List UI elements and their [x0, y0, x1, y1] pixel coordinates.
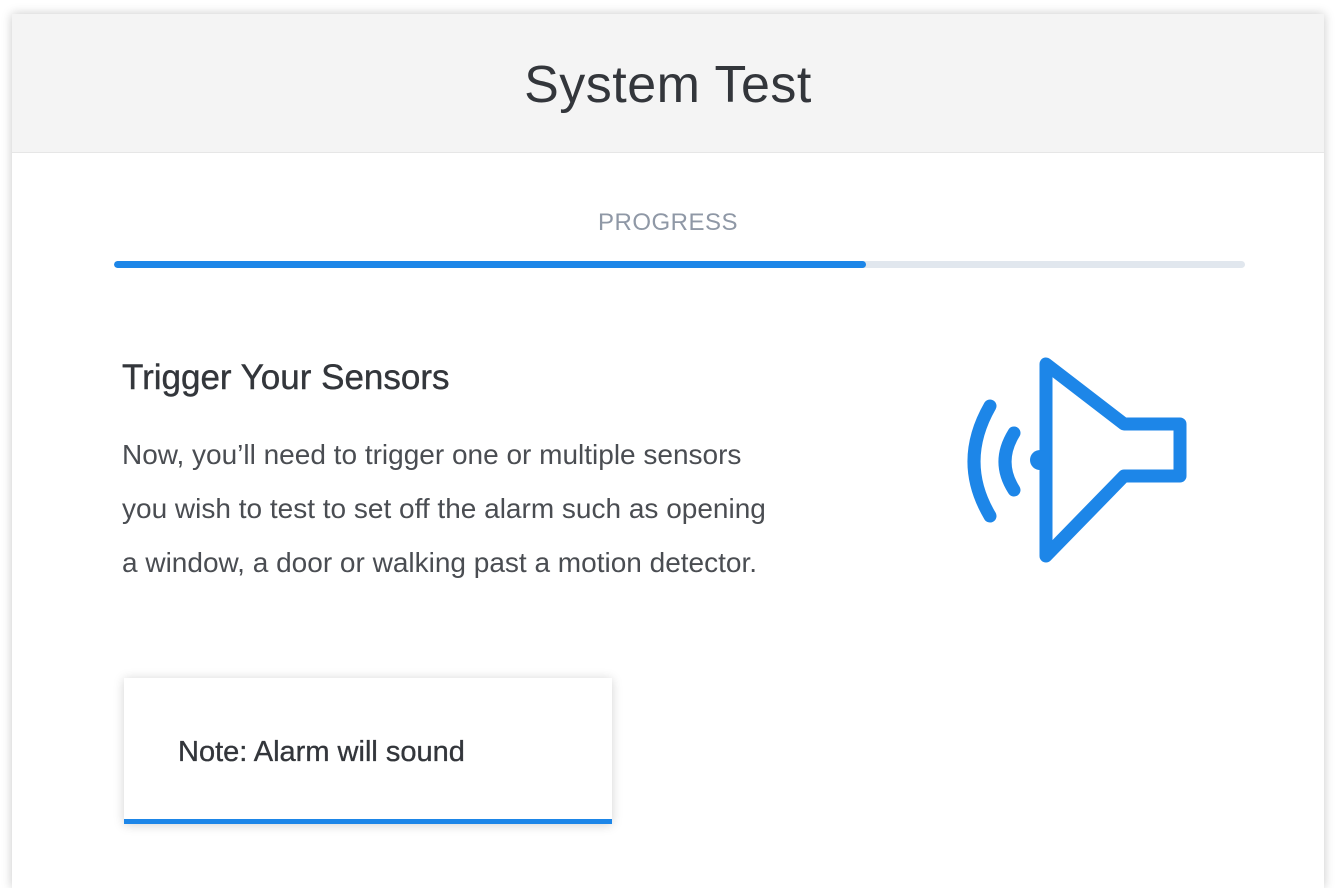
progress-bar: [114, 261, 1245, 268]
sound-wave-outer: [967, 399, 997, 523]
step-description: Now, you’ll need to trigger one or multi…: [122, 439, 766, 578]
speaker-sound-icon: [967, 357, 1187, 563]
speaker-cone: [1039, 357, 1187, 563]
note-box: Note: Alarm will sound: [124, 678, 612, 824]
progress-label: PROGRESS: [597, 209, 739, 236]
speaker-joint: [1030, 450, 1050, 470]
step-title: Trigger Your Sensors: [122, 358, 450, 397]
progress-bar-fill: [114, 261, 867, 268]
card-header: System Test: [12, 14, 1324, 153]
page-title: System Test: [524, 56, 812, 114]
note-text: Note: Alarm will sound: [178, 736, 465, 768]
sound-wave-inner: [998, 426, 1021, 497]
